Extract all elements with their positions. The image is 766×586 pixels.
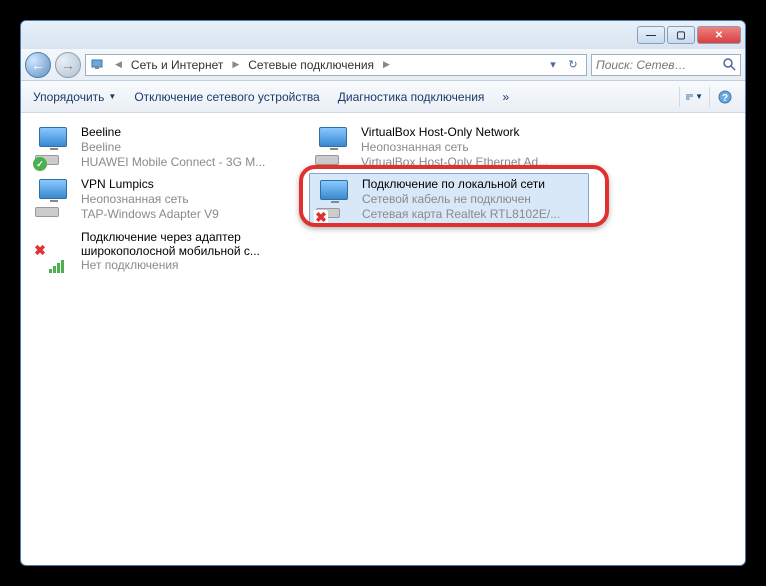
connection-icon: ✖ [33,227,75,275]
diagnose-button[interactable]: Диагностика подключения [338,90,485,104]
connection-vpn-lumpics[interactable]: VPN Lumpics Неопознанная сеть TAP-Window… [29,173,309,225]
organize-label: Упорядочить [33,90,104,104]
connection-status: Неопознанная сеть [81,192,219,207]
connection-name: VPN Lumpics [81,177,219,192]
close-icon: ✕ [715,30,723,41]
titlebar: — ▢ ✕ [21,21,745,49]
toolbar: Упорядочить ▼ Отключение сетевого устрой… [21,81,745,113]
view-options-button[interactable]: ▼ [679,87,703,107]
address-bar[interactable]: ◀ Сеть и Интернет ▶ Сетевые подключения … [85,54,587,76]
minimize-button[interactable]: — [637,26,665,44]
connection-status: Нет подключения [81,258,305,273]
more-commands-button[interactable]: » [502,90,509,104]
connection-icon [33,175,75,223]
search-input[interactable] [596,58,723,72]
close-button[interactable]: ✕ [697,26,741,44]
connection-name: Beeline [81,125,265,140]
svg-text:?: ? [721,93,727,104]
content-area: ✓ Beeline Beeline HUAWEI Mobile Connect … [21,113,745,285]
status-disconnected-icon: ✖ [314,210,328,224]
breadcrumb-network[interactable]: Сеть и Интернет [131,58,223,72]
maximize-icon: ▢ [676,30,685,41]
connection-virtualbox[interactable]: VirtualBox Host-Only Network Неопознанна… [309,121,589,173]
connection-name: Подключение по локальной сети [362,177,560,192]
navbar: ← → ◀ Сеть и Интернет ▶ Сетевые подключе… [21,49,745,81]
window: — ▢ ✕ ← → ◀ Сеть и Интернет ▶ Сетевые по… [20,20,746,566]
connection-device: TAP-Windows Adapter V9 [81,207,219,222]
forward-button[interactable]: → [55,52,81,78]
chevron-down-icon: ▼ [108,92,116,101]
minimize-icon: — [646,30,656,41]
diagnose-label: Диагностика подключения [338,90,485,104]
connection-mobile-broadband[interactable]: ✖ Подключение через адаптер широкополосн… [29,225,309,277]
signal-bars-icon [49,260,64,273]
connection-status: Неопознанная сеть [361,140,548,155]
breadcrumb-connections[interactable]: Сетевые подключения [248,58,374,72]
connection-status: Сетевой кабель не подключен [362,192,560,207]
connection-device: HUAWEI Mobile Connect - 3G M... [81,155,265,170]
address-dropdown-button[interactable]: ▾ [544,56,562,74]
refresh-button[interactable]: ↻ [564,56,582,74]
network-icon [90,57,106,73]
chevron-right-icon: ▶ [232,59,239,70]
maximize-button[interactable]: ▢ [667,26,695,44]
status-disconnected-icon: ✖ [33,243,47,257]
connection-name: VirtualBox Host-Only Network [361,125,548,140]
search-icon [723,58,736,72]
breadcrumb-sep-icon: ◀ [115,59,122,70]
disable-device-button[interactable]: Отключение сетевого устройства [134,90,319,104]
help-button[interactable]: ? [709,87,733,107]
status-connected-icon: ✓ [33,157,47,171]
connection-lan[interactable]: ✖ Подключение по локальной сети Сетевой … [309,173,589,225]
organize-menu[interactable]: Упорядочить ▼ [33,90,116,104]
back-button[interactable]: ← [25,52,51,78]
more-label: » [502,90,509,104]
connection-status: Beeline [81,140,265,155]
connection-beeline[interactable]: ✓ Beeline Beeline HUAWEI Mobile Connect … [29,121,309,173]
chevron-right-icon: ▶ [383,59,390,70]
back-arrow-icon: ← [31,57,45,73]
disable-label: Отключение сетевого устройства [134,90,319,104]
connection-icon [313,123,355,171]
chevron-down-icon: ▼ [695,92,703,101]
search-box[interactable] [591,54,741,76]
connection-name: Подключение через адаптер широкополосной… [81,230,305,258]
connection-icon: ✓ [33,123,75,171]
connection-device: VirtualBox Host-Only Ethernet Ad... [361,155,548,170]
connection-icon: ✖ [314,176,356,224]
connection-device: Сетевая карта Realtek RTL8102E/... [362,207,560,222]
forward-arrow-icon: → [61,57,75,73]
